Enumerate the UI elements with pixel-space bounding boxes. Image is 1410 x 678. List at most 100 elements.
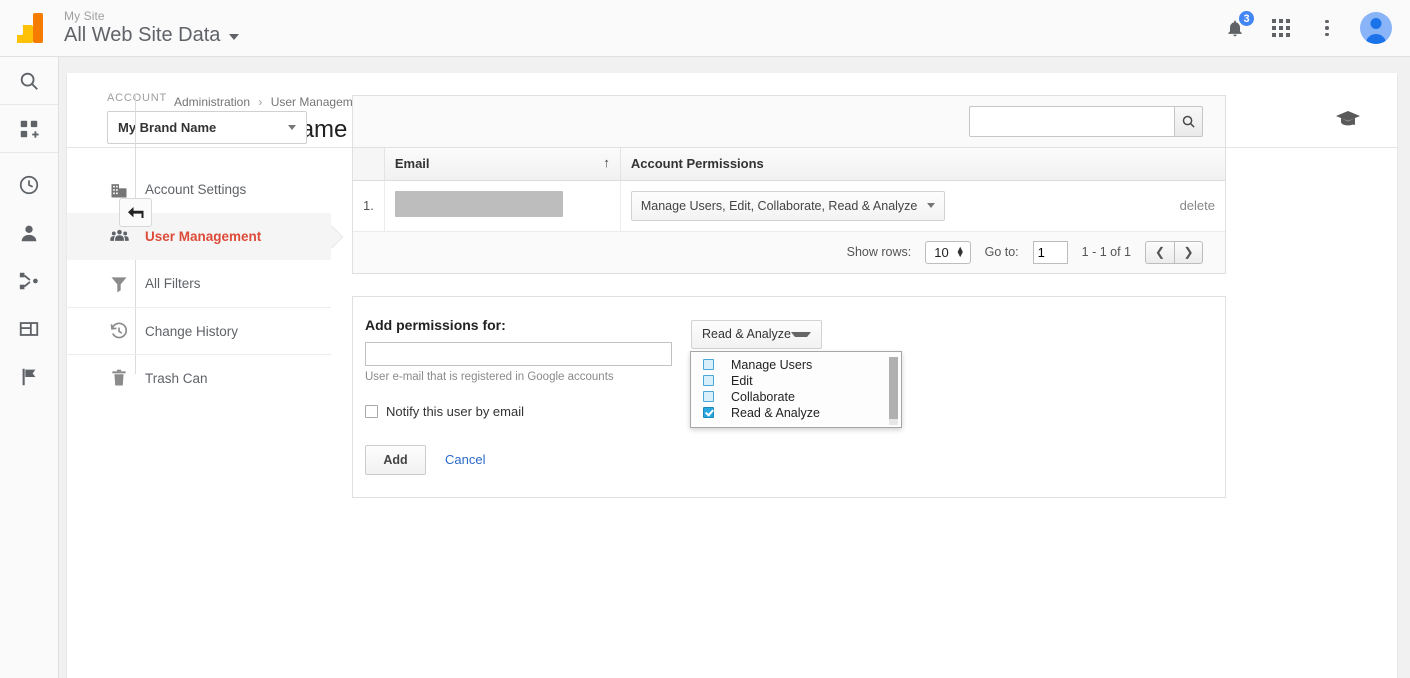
- more-vertical-icon: [1325, 20, 1329, 37]
- stepper-icon: ▲▼: [956, 247, 965, 257]
- checkbox-box: [365, 405, 378, 418]
- rail-item-behavior[interactable]: [0, 305, 58, 353]
- permission-dropdown-toggle[interactable]: Read & Analyze: [691, 320, 822, 349]
- table-header-row: Email ↑ Account Permissions: [353, 148, 1225, 180]
- avatar[interactable]: [1360, 12, 1392, 44]
- users-table-card: Email ↑ Account Permissions 1. Manage Us…: [352, 95, 1226, 274]
- sidebar-item-label: Account Settings: [145, 182, 246, 197]
- collapse-sidebar-button[interactable]: [119, 198, 152, 227]
- account-select-value: My Brand Name: [118, 120, 216, 135]
- row-email-cell: [384, 180, 620, 231]
- property-selector[interactable]: My Site All Web Site Data: [64, 10, 239, 46]
- notification-badge: 3: [1237, 9, 1256, 28]
- permission-option-label: Read & Analyze: [731, 406, 820, 420]
- sidebar-item-label: Trash Can: [145, 371, 208, 386]
- dropdown-scrollbar-thumb[interactable]: [889, 357, 898, 419]
- permission-option-read-analyze[interactable]: Read & Analyze: [691, 405, 901, 421]
- rail-item-conversions[interactable]: [0, 353, 58, 401]
- permission-option-manage-users[interactable]: Manage Users: [691, 357, 901, 373]
- graduation-cap-icon[interactable]: [1335, 110, 1361, 133]
- row-actions-cell: delete: [1139, 180, 1225, 231]
- account-sidebar: ACCOUNT My Brand Name Account Settings: [67, 92, 331, 401]
- cancel-button[interactable]: Cancel: [445, 452, 485, 467]
- content-area: Email ↑ Account Permissions 1. Manage Us…: [352, 95, 1226, 498]
- arrow-left-icon: [127, 206, 144, 219]
- add-button[interactable]: Add: [365, 445, 426, 475]
- rail-item-acquisition[interactable]: [0, 257, 58, 305]
- account-select[interactable]: My Brand Name: [107, 111, 307, 144]
- sidebar-item-trash-can[interactable]: Trash Can: [67, 354, 331, 401]
- view-name: All Web Site Data: [64, 24, 220, 46]
- avatar-body: [1366, 34, 1387, 44]
- sidebar-item-label: All Filters: [145, 276, 201, 291]
- permission-option-label: Manage Users: [731, 358, 812, 372]
- apps-button[interactable]: [1268, 15, 1294, 41]
- account-section-label: ACCOUNT: [107, 92, 331, 104]
- sidebar-item-label: User Management: [145, 229, 261, 244]
- top-bar: My Site All Web Site Data 3: [0, 0, 1410, 57]
- dropdown-scrollbar[interactable]: [889, 357, 898, 425]
- table-search: [969, 106, 1203, 137]
- row-permissions-value: Manage Users, Edit, Collaborate, Read & …: [641, 199, 918, 213]
- history-icon: [107, 321, 131, 341]
- customization-add-icon: [18, 118, 40, 140]
- chevron-down-icon: [288, 125, 296, 130]
- permission-dropdown: Read & Analyze Manage Users Edit Collabo…: [691, 320, 822, 349]
- search-input[interactable]: [969, 106, 1174, 137]
- table-row: 1. Manage Users, Edit, Collaborate, Read…: [353, 180, 1225, 231]
- rail-item-customization[interactable]: [0, 105, 58, 153]
- column-email-label: Email: [395, 156, 430, 171]
- person-icon: [18, 222, 40, 244]
- prev-page-button[interactable]: ❮: [1145, 241, 1174, 264]
- range-text: 1 - 1 of 1: [1082, 245, 1131, 259]
- chevron-down-icon: [229, 34, 239, 40]
- trash-icon: [107, 368, 131, 388]
- users-table-toolbar: [353, 96, 1225, 148]
- left-icon-rail: [0, 57, 59, 678]
- users-table: Email ↑ Account Permissions 1. Manage Us…: [353, 148, 1225, 232]
- delete-user-link[interactable]: delete: [1180, 198, 1215, 213]
- permission-option-label: Edit: [731, 374, 753, 388]
- permission-option-label: Collaborate: [731, 390, 795, 404]
- row-permissions-select[interactable]: Manage Users, Edit, Collaborate, Read & …: [631, 191, 946, 221]
- flag-icon: [18, 366, 40, 388]
- add-panel-actions: Add Cancel: [365, 445, 1225, 475]
- checkbox-unchecked-icon: [703, 391, 714, 402]
- search-icon: [18, 70, 40, 92]
- goto-label: Go to:: [985, 245, 1019, 259]
- more-options-button[interactable]: [1314, 15, 1340, 41]
- add-permissions-panel: Add permissions for: User e-mail that is…: [352, 296, 1226, 498]
- top-bar-actions: 3: [1222, 12, 1410, 44]
- sidebar-item-user-management[interactable]: User Management: [67, 213, 331, 260]
- next-page-button[interactable]: ❯: [1174, 241, 1203, 264]
- column-index: [353, 148, 384, 180]
- apps-grid-icon: [1272, 19, 1290, 37]
- show-rows-value: 10: [934, 245, 948, 260]
- rail-item-realtime[interactable]: [0, 161, 58, 209]
- layout-panels-icon: [18, 318, 40, 340]
- permission-option-collaborate[interactable]: Collaborate: [691, 389, 901, 405]
- google-analytics-logo[interactable]: [8, 13, 52, 43]
- rail-item-search[interactable]: [0, 57, 58, 105]
- redacted-email: [395, 191, 563, 217]
- building-icon: [107, 180, 131, 200]
- checkbox-unchecked-icon: [703, 375, 714, 386]
- row-index: 1.: [353, 180, 384, 231]
- sidebar-item-label: Change History: [145, 324, 238, 339]
- sidebar-item-all-filters[interactable]: All Filters: [67, 260, 331, 307]
- column-email[interactable]: Email ↑: [384, 148, 620, 180]
- share-node-icon: [18, 270, 40, 292]
- search-icon: [1181, 114, 1196, 129]
- view-selector[interactable]: All Web Site Data: [64, 24, 239, 46]
- notifications-button[interactable]: 3: [1222, 15, 1248, 41]
- rail-item-audience[interactable]: [0, 209, 58, 257]
- show-rows-select[interactable]: 10 ▲▼: [925, 241, 970, 264]
- table-footer: Show rows: 10 ▲▼ Go to: 1 - 1 of 1 ❮ ❯: [353, 232, 1225, 273]
- search-button[interactable]: [1174, 106, 1203, 137]
- sort-ascending-icon: ↑: [603, 155, 610, 170]
- sidebar-item-account-settings[interactable]: Account Settings: [67, 166, 331, 213]
- email-field[interactable]: [365, 342, 672, 366]
- goto-input[interactable]: [1033, 241, 1068, 264]
- sidebar-item-change-history[interactable]: Change History: [67, 307, 331, 354]
- permission-option-edit[interactable]: Edit: [691, 373, 901, 389]
